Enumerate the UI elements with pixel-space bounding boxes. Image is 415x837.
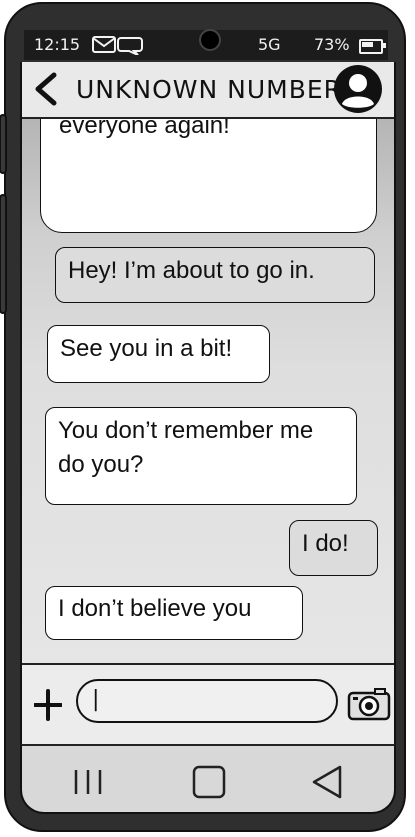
message-text: Hey! I’m about to go in. xyxy=(68,257,315,284)
message-text: Hi! Are you going to the reunion too? I'… xyxy=(59,117,230,139)
home-icon[interactable] xyxy=(189,764,229,800)
message-bubble-incoming[interactable]: I don’t believe you xyxy=(45,586,303,640)
message-bubble-outgoing[interactable]: Hey! I’m about to go in. xyxy=(55,247,375,303)
notification-icons xyxy=(92,35,148,59)
recent-apps-icon[interactable] xyxy=(68,764,108,800)
signal-label: 5G xyxy=(258,35,281,54)
message-icon xyxy=(117,37,143,56)
front-camera xyxy=(199,29,221,51)
message-text: You don’t remember me do you? xyxy=(58,417,314,478)
battery-percent: 73% xyxy=(314,35,350,54)
message-bubble-incoming[interactable]: You don’t remember me do you? xyxy=(45,407,357,505)
status-time: 12:15 xyxy=(34,35,81,54)
message-list: Hi! Are you going to the reunion too? I'… xyxy=(22,117,394,663)
message-bubble-outgoing[interactable]: I do! xyxy=(289,520,378,576)
status-bar: 12:15 5G 73% xyxy=(24,29,388,60)
camera-icon[interactable] xyxy=(347,687,391,721)
chat-screen: UNKNOWN NUMBER Hi! Are you going to the … xyxy=(20,62,396,748)
message-input-value: | xyxy=(92,687,100,712)
message-bubble-incoming[interactable]: Hi! Are you going to the reunion too? I'… xyxy=(40,117,377,233)
message-bubble-incoming[interactable]: See you in a bit! xyxy=(47,325,270,383)
message-text: See you in a bit! xyxy=(60,335,233,362)
user-avatar-icon[interactable] xyxy=(333,64,383,114)
battery-icon xyxy=(359,39,386,54)
message-text: I don’t believe you xyxy=(58,595,252,622)
plus-icon[interactable] xyxy=(34,688,62,722)
back-triangle-icon[interactable] xyxy=(308,764,348,800)
mail-icon xyxy=(92,36,143,56)
system-nav-bar xyxy=(20,744,396,814)
volume-button xyxy=(0,114,7,174)
contact-name: UNKNOWN NUMBER xyxy=(76,75,343,104)
compose-bar: | xyxy=(22,663,394,745)
power-button xyxy=(0,194,7,314)
message-input[interactable]: | xyxy=(76,679,338,723)
message-text: I do! xyxy=(302,530,349,557)
chevron-left-icon[interactable] xyxy=(32,71,62,107)
conversation-header: UNKNOWN NUMBER xyxy=(22,62,394,119)
